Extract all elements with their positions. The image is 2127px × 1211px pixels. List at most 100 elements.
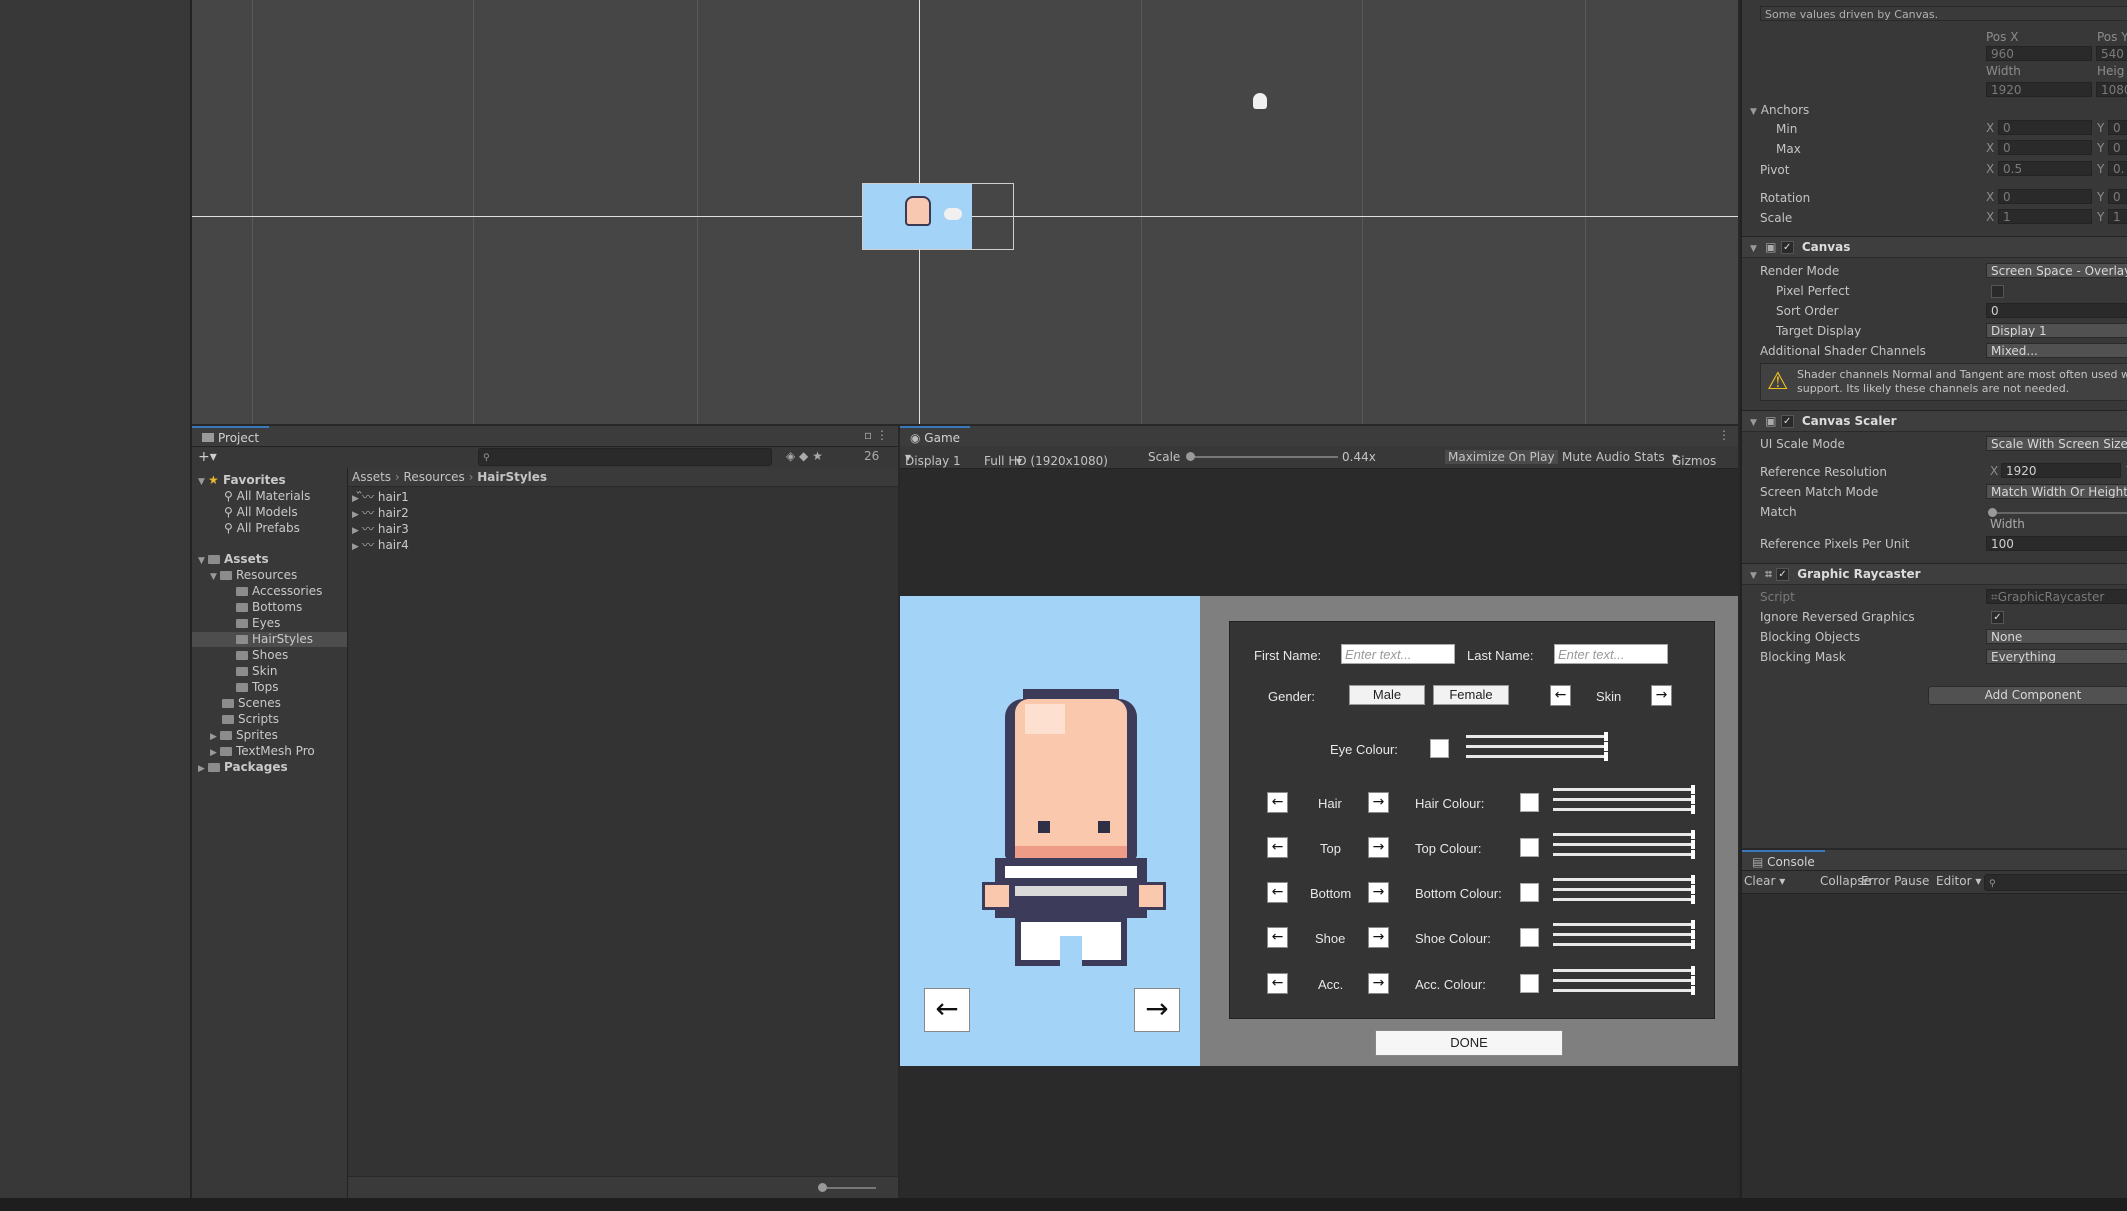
top-colour-swatch[interactable]: [1520, 838, 1539, 857]
file-item[interactable]: ▶᷈〰 hair1: [352, 490, 409, 505]
shoe-prev-button[interactable]: ←: [1267, 927, 1288, 948]
accessory-colour-slider-r[interactable]: [1553, 966, 1695, 975]
done-button[interactable]: DONE: [1375, 1030, 1563, 1056]
icon-size-slider[interactable]: [820, 1187, 876, 1189]
game-view[interactable]: ← → First Name: Enter text... Last Name:…: [900, 596, 1738, 1066]
last-name-input[interactable]: Enter text...: [1554, 644, 1668, 664]
pixel-perfect-checkbox[interactable]: [1991, 285, 2004, 298]
anchors-foldout[interactable]: ▼ Anchors: [1742, 101, 2127, 119]
script-field[interactable]: ⌗GraphicRaycaster: [1986, 589, 2127, 604]
scale-slider[interactable]: [1188, 456, 1338, 458]
ppu-field[interactable]: 100: [1986, 536, 2127, 551]
tree-folder[interactable]: ▶ Sprites: [210, 728, 278, 743]
bottom-prev-button[interactable]: ←: [1267, 882, 1288, 903]
icon-size-slider-knob[interactable]: [818, 1183, 827, 1192]
display-dropdown[interactable]: Display 1 ▾: [905, 450, 961, 468]
male-button[interactable]: Male: [1349, 685, 1425, 705]
editor-dropdown[interactable]: Editor ▾: [1936, 874, 1981, 888]
scene-view[interactable]: [192, 0, 1738, 424]
top-colour-slider-g[interactable]: [1553, 840, 1695, 849]
pos-y-field[interactable]: 540: [2096, 46, 2127, 61]
top-next-button[interactable]: →: [1368, 837, 1389, 858]
bottom-next-button[interactable]: →: [1368, 882, 1389, 903]
rotation-y-field[interactable]: 0: [2108, 189, 2127, 204]
canvas-scaler-component-header[interactable]: ▼ ▣ ✓ Canvas Scaler: [1742, 410, 2127, 432]
console-search-input[interactable]: ⚲: [1984, 874, 2127, 891]
prev-character-button[interactable]: ←: [924, 988, 970, 1032]
eye-colour-slider-g[interactable]: [1466, 742, 1608, 751]
shoe-colour-slider-r[interactable]: [1553, 920, 1695, 929]
accessory-next-button[interactable]: →: [1368, 973, 1389, 994]
raycaster-enabled-checkbox[interactable]: ✓: [1776, 568, 1790, 581]
project-search-input[interactable]: ⚲: [478, 448, 772, 466]
bottom-colour-slider-r[interactable]: [1553, 875, 1695, 884]
next-character-button[interactable]: →: [1134, 988, 1180, 1032]
tree-packages[interactable]: ▶ Packages: [198, 760, 288, 775]
top-colour-slider-r[interactable]: [1553, 830, 1695, 839]
tree-favorites[interactable]: ▼ ★ Favorites: [198, 473, 286, 488]
light-bulb-icon[interactable]: [1253, 93, 1267, 109]
shader-channels-dropdown[interactable]: Mixed...: [1986, 343, 2127, 358]
anchor-max-y-field[interactable]: 0: [2108, 140, 2127, 155]
hair-colour-slider-r[interactable]: [1553, 785, 1695, 794]
foldout-arrow-icon[interactable]: ▼: [1750, 418, 1757, 428]
sort-order-field[interactable]: 0: [1986, 303, 2127, 318]
blocking-objects-dropdown[interactable]: None: [1986, 629, 2127, 644]
pivot-y-field[interactable]: 0.: [2108, 161, 2127, 176]
gizmos-dropdown[interactable]: Gizmos ▾: [1672, 450, 1716, 468]
hair-colour-slider-g[interactable]: [1553, 795, 1695, 804]
eye-colour-slider-b[interactable]: [1466, 752, 1608, 761]
reference-resolution-x-field[interactable]: 1920: [2001, 463, 2121, 478]
eye-colour-slider-r[interactable]: [1466, 732, 1608, 741]
tree-folder[interactable]: ▶ TextMesh Pro: [210, 744, 315, 759]
maximize-on-play-toggle[interactable]: Maximize On Play: [1445, 450, 1558, 464]
tree-folder[interactable]: Shoes: [236, 648, 288, 663]
tree-fav-item[interactable]: ⚲ All Prefabs: [224, 521, 300, 536]
tree-folder-selected[interactable]: HairStyles: [192, 632, 347, 647]
mute-audio-toggle[interactable]: Mute Audio: [1562, 450, 1630, 464]
accessory-colour-swatch[interactable]: [1520, 974, 1539, 993]
hair-colour-swatch[interactable]: [1520, 793, 1539, 812]
hair-prev-button[interactable]: ←: [1267, 792, 1288, 813]
tree-folder[interactable]: Skin: [236, 664, 278, 679]
hair-next-button[interactable]: →: [1368, 792, 1389, 813]
eye-colour-swatch[interactable]: [1430, 739, 1449, 758]
breadcrumb-item-current[interactable]: HairStyles: [477, 470, 547, 484]
create-button[interactable]: +▾: [198, 449, 217, 465]
scale-y-field[interactable]: 1: [2108, 209, 2127, 224]
match-slider-knob[interactable]: [1988, 508, 1997, 517]
screen-match-mode-dropdown[interactable]: Match Width Or Height: [1986, 484, 2127, 499]
lock-icon[interactable]: ▫ ⋮: [864, 428, 888, 442]
error-pause-toggle[interactable]: Error Pause: [1861, 874, 1929, 888]
tree-assets[interactable]: ▼ Assets: [198, 552, 269, 567]
foldout-arrow-icon[interactable]: ▼: [1750, 571, 1757, 581]
accessory-prev-button[interactable]: ←: [1267, 973, 1288, 994]
more-options-icon[interactable]: ⋮: [1718, 428, 1730, 442]
match-slider[interactable]: [1990, 512, 2127, 514]
tree-folder[interactable]: Eyes: [236, 616, 280, 631]
bottom-colour-slider-b[interactable]: [1553, 895, 1695, 904]
width-field[interactable]: 1920: [1986, 82, 2092, 97]
shoe-colour-slider-g[interactable]: [1553, 930, 1695, 939]
accessory-colour-slider-g[interactable]: [1553, 976, 1695, 985]
bottom-colour-swatch[interactable]: [1520, 883, 1539, 902]
bottom-colour-slider-g[interactable]: [1553, 885, 1695, 894]
accessory-colour-slider-b[interactable]: [1553, 986, 1695, 995]
canvas-enabled-checkbox[interactable]: ✓: [1780, 241, 1794, 254]
ignore-reversed-checkbox[interactable]: ✓: [1991, 611, 2004, 624]
breadcrumb-item[interactable]: Resources: [404, 470, 465, 484]
tree-folder[interactable]: Bottoms: [236, 600, 302, 615]
female-button[interactable]: Female: [1433, 685, 1509, 705]
tab-game[interactable]: ◉ Game: [900, 426, 971, 446]
pos-x-field[interactable]: 960: [1986, 46, 2092, 61]
height-field[interactable]: 1080: [2096, 82, 2127, 97]
canvas-scaler-enabled-checkbox[interactable]: ✓: [1780, 415, 1794, 428]
file-item[interactable]: ▶ 〰 hair2: [352, 506, 409, 521]
tab-project[interactable]: Project: [192, 426, 270, 446]
shoe-next-button[interactable]: →: [1368, 927, 1389, 948]
graphic-raycaster-component-header[interactable]: ▼ ⌗ ✓ Graphic Raycaster: [1742, 563, 2127, 585]
anchor-min-y-field[interactable]: 0: [2108, 120, 2127, 135]
tree-fav-item[interactable]: ⚲ All Materials: [224, 489, 310, 504]
shoe-colour-swatch[interactable]: [1520, 928, 1539, 947]
tree-folder[interactable]: Tops: [236, 680, 279, 695]
